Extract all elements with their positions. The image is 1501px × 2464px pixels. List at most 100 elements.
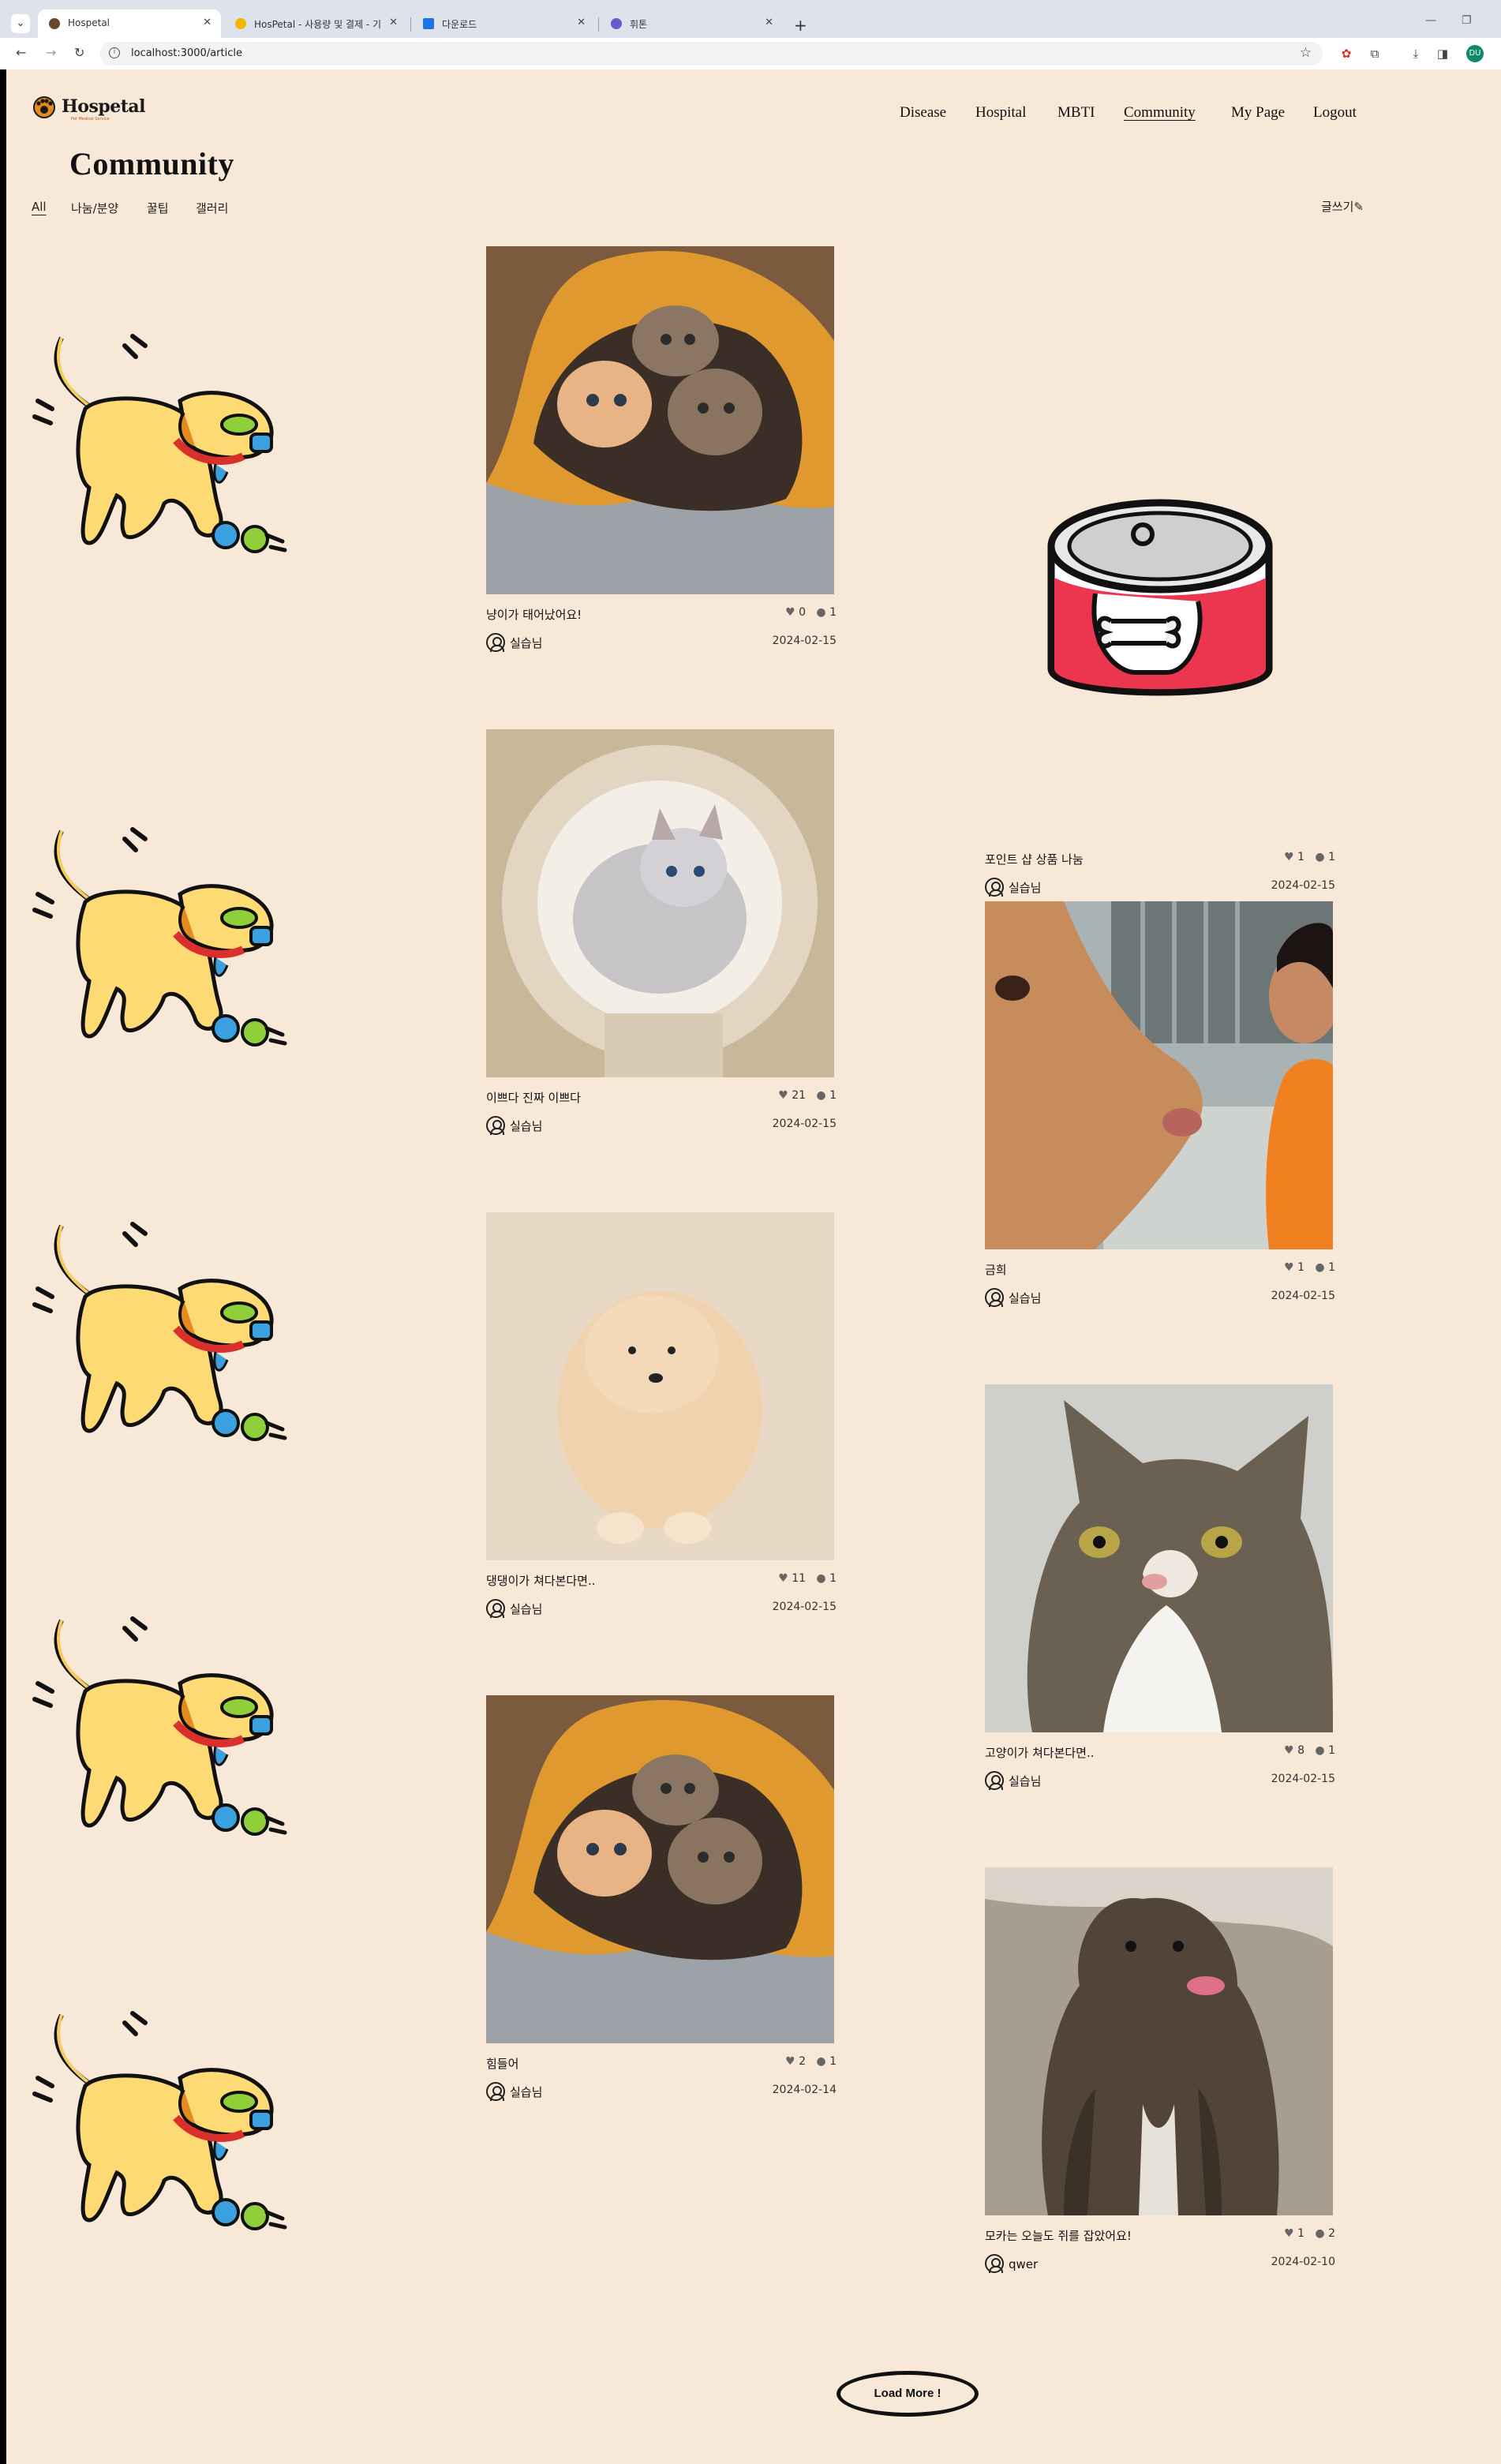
post-author: 실습님 [486,633,542,652]
browser-chrome: ⌄ Hospetal ✕ HosPetal - 사용량 및 결제 - 기 ✕ 다… [0,0,1501,69]
author-name: 실습님 [1009,1291,1042,1305]
hospetal-favicon-icon [49,18,60,29]
site-info-icon[interactable]: i [109,47,120,58]
reload-icon[interactable]: ↻ [74,45,84,60]
author-name: 실습님 [510,1119,543,1133]
comment-icon: ● [1315,1744,1325,1757]
user-avatar-icon [486,633,505,652]
dog-illustration [14,1589,314,1881]
comment-count: 1 [1328,851,1335,863]
user-avatar-icon [985,1771,1004,1790]
post-title[interactable]: 포인트 샵 상품 나눔 [985,851,1084,867]
address-bar[interactable]: i localhost:3000/article ☆ [99,42,1323,66]
browser-tab-hospetal[interactable]: Hospetal ✕ [38,9,221,38]
post-title[interactable]: 힘들어 [486,2055,518,2072]
post-stats: ♥ 0 ● 1 [785,606,837,619]
tab-search-icon[interactable]: ⌄ [11,14,30,33]
comment-count: 1 [829,1572,837,1585]
like-count: 8 [1297,1744,1305,1757]
comment-count: 1 [829,2055,837,2068]
comment-count: 1 [829,1089,837,1102]
write-post-button[interactable]: 글쓰기✎ [1321,198,1364,215]
post-image-kitten-tunnel[interactable] [486,729,834,1077]
post-stats: ♥ 1 ● 1 [1284,1261,1335,1274]
post-title[interactable]: 냥이가 태어났어요! [486,606,582,623]
like-count: 1 [1297,2227,1305,2240]
heart-icon[interactable]: ♥ [778,1572,788,1585]
heart-icon[interactable]: ♥ [1284,851,1294,863]
new-tab-icon[interactable]: + [794,16,807,35]
post-title[interactable]: 고양이가 쳐다본다면.. [985,1744,1095,1761]
post-title[interactable]: 댕댕이가 쳐다본다면.. [486,1572,596,1589]
comment-icon: ● [1315,851,1325,863]
forward-icon[interactable]: → [46,45,56,60]
nav-disease[interactable]: Disease [900,104,946,122]
load-more-button[interactable]: Load More ! [837,2371,979,2417]
browser-tab-downloads[interactable]: 다운로드 ✕ [412,9,595,38]
close-tab-icon[interactable]: ✕ [577,17,586,28]
post-author: 실습님 [486,1599,542,1618]
post-date: 2024-02-15 [772,1601,837,1613]
heart-icon[interactable]: ♥ [778,1089,788,1102]
post-image-tabby-cat[interactable] [985,1384,1333,1732]
back-icon[interactable]: ← [16,45,26,60]
comment-count: 2 [1328,2227,1335,2240]
post-image-brindle-dog[interactable] [985,1867,1333,2215]
comment-icon: ● [816,2055,826,2068]
close-tab-icon[interactable]: ✕ [765,17,773,28]
like-count: 2 [799,2055,807,2068]
downloads-icon[interactable]: ⤓ [1408,46,1424,62]
nav-logout[interactable]: Logout [1313,104,1357,122]
post-stats: ♥ 1 ● 1 [1284,851,1335,863]
heart-icon[interactable]: ♥ [785,606,795,619]
like-count: 11 [792,1572,807,1585]
post-title[interactable]: 모카는 오늘도 쥐를 잡았어요! [985,2227,1132,2244]
category-tips[interactable]: 꿀팁 [147,200,169,216]
whiton-favicon-icon [611,18,622,29]
post-date: 2024-02-15 [1271,1773,1335,1785]
post-stats: ♥ 8 ● 1 [1284,1744,1335,1757]
heart-icon[interactable]: ♥ [1284,1744,1294,1757]
close-tab-icon[interactable]: ✕ [203,17,211,28]
browser-tab-usage[interactable]: HosPetal - 사용량 및 결제 - 기 ✕ [224,9,407,38]
minimize-icon[interactable]: — [1425,14,1436,27]
dog-illustration [14,1983,314,2275]
heart-icon[interactable]: ♥ [1284,2227,1294,2240]
edit-icon: ✎ [1353,200,1364,214]
nav-mbti[interactable]: MBTI [1057,104,1095,122]
user-avatar-icon [486,1599,505,1618]
tab-title: HosPetal - 사용량 및 결제 - 기 [254,19,382,30]
firebase-favicon-icon [235,18,246,29]
post-image-pet-food-can[interactable] [985,491,1333,839]
address-url[interactable]: localhost:3000/article [131,47,242,59]
post-author: 실습님 [985,878,1041,897]
extensions-puzzle-icon[interactable]: ⧉ [1367,46,1383,62]
nav-hospital[interactable]: Hospital [975,104,1026,122]
close-tab-icon[interactable]: ✕ [389,17,398,28]
category-all[interactable]: All [32,200,47,214]
post-image-puppy[interactable] [486,1212,834,1560]
category-gallery[interactable]: 갤러리 [196,200,228,216]
comment-count: 1 [1328,1744,1335,1757]
bookmark-star-icon[interactable]: ☆ [1300,45,1312,61]
post-title[interactable]: 금희 [985,1261,1007,1278]
restore-icon[interactable]: ❐ [1462,14,1472,27]
author-name: 실습님 [1009,1774,1042,1788]
tab-title: 다운로드 [442,19,477,30]
post-title[interactable]: 이쁘다 진짜 이쁘다 [486,1089,581,1106]
profile-avatar[interactable]: DU [1466,45,1484,62]
category-share-adopt[interactable]: 나눔/분양 [71,200,118,216]
post-image-kittens[interactable] [486,246,834,594]
post-image-kittens[interactable] [486,1695,834,2043]
heart-icon[interactable]: ♥ [785,2055,795,2068]
nav-community[interactable]: Community [1124,104,1196,122]
side-panel-icon[interactable]: ◨ [1435,46,1450,62]
browser-tab-whiton[interactable]: 휘톤 ✕ [600,9,783,38]
post-image-cow-selfie[interactable] [985,901,1333,1249]
extension-color-icon[interactable]: ✿ [1338,46,1354,62]
logo-wordmark: Hospetal [62,96,146,117]
comment-icon: ● [1315,1261,1325,1274]
heart-icon[interactable]: ♥ [1284,1261,1294,1274]
nav-my-page[interactable]: My Page [1231,104,1285,122]
post-stats: ♥ 2 ● 1 [785,2055,837,2068]
